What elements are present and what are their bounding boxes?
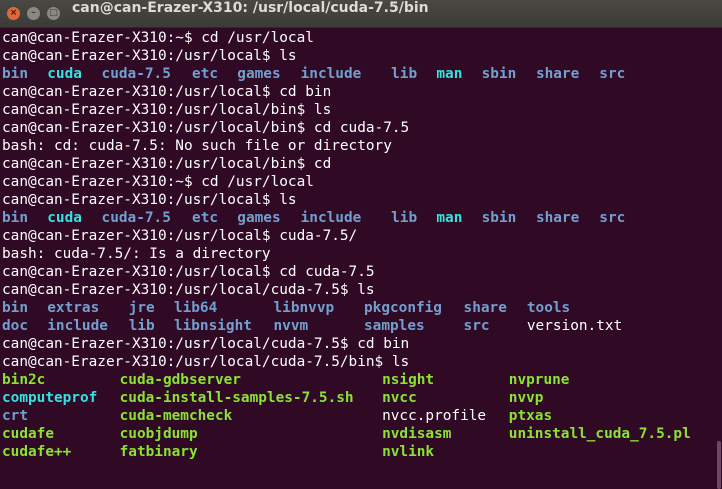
file-entry: nvlink	[382, 444, 435, 460]
close-button[interactable]: ×	[7, 7, 20, 20]
file-entry: src	[599, 66, 626, 82]
file-entry: lib64	[173, 300, 218, 316]
file-entry: etc	[192, 66, 219, 82]
terminal-line: can@can-Erazer-X310:~$ cd /usr/local	[2, 30, 314, 46]
ls-output-line: bin cuda cuda-7.5 etc games include lib man sbin…	[2, 65, 702, 83]
file-entry: bin2c	[2, 372, 46, 388]
file-entry: cudafe	[2, 426, 54, 442]
file-entry: nvvm	[273, 318, 309, 334]
file-entry: include	[47, 318, 108, 334]
file-entry: samples	[364, 318, 425, 334]
file-entry: fatbinary	[119, 444, 198, 460]
file-entry: man	[436, 66, 463, 82]
ls-output-line: cudafe++ fatbinary nvlink	[2, 443, 702, 461]
file-entry: ptxas	[508, 408, 553, 424]
file-entry: version.txt	[526, 318, 623, 334]
file-entry: lib	[391, 210, 418, 226]
file-entry: cuda-7.5	[101, 210, 171, 226]
file-entry: nvcc.profile	[382, 408, 487, 424]
file-entry: lib	[391, 66, 418, 82]
file-entry: etc	[192, 210, 219, 226]
file-entry: games	[237, 210, 281, 226]
file-entry: src	[599, 210, 626, 226]
scrollbar[interactable]	[716, 29, 722, 489]
terminal-line: can@can-Erazer-X310:/usr/local$ cuda-7.5…	[2, 228, 358, 244]
terminal-line: can@can-Erazer-X310:/usr/local/bin$ ls	[2, 102, 332, 118]
terminal-line: can@can-Erazer-X310:/usr/local/bin$ cd	[2, 156, 332, 172]
file-entry: share	[535, 210, 580, 226]
file-entry: cuda	[47, 66, 82, 82]
file-entry: cuda	[47, 210, 82, 226]
file-entry: include	[300, 210, 362, 226]
file-entry: jre	[128, 300, 155, 316]
file-entry: sbin	[481, 66, 517, 82]
file-entry: share	[463, 300, 507, 316]
file-entry: nvvp	[508, 390, 544, 406]
file-entry: cuda-gdbserver	[119, 372, 241, 388]
file-entry: cuobjdump	[119, 426, 198, 442]
ls-output-line: crt cuda-memcheck nvcc.profile ptxas	[2, 407, 702, 425]
terminal-line: can@can-Erazer-X310:/usr/local/cuda-7.5$…	[2, 282, 375, 298]
file-entry: doc	[2, 318, 28, 334]
title-bar: × – □ can@can-Erazer-X310: /usr/local/cu…	[0, 0, 722, 28]
file-entry: bin	[2, 66, 28, 82]
ls-output-line: bin cuda cuda-7.5 etc games include lib man sbin…	[2, 209, 702, 227]
ls-output-line: doc include lib libnsight nvvm samples src vers…	[2, 317, 702, 335]
file-entry: computeprof	[2, 390, 98, 406]
terminal-line: can@can-Erazer-X310:~$ cd /usr/local	[2, 174, 314, 190]
window-title: can@can-Erazer-X310: /usr/local/cuda-7.5…	[72, 0, 429, 16]
file-entry: cuda-install-samples-7.5.sh	[119, 390, 354, 406]
file-entry: nvcc	[382, 390, 417, 406]
file-entry: bin	[2, 300, 28, 316]
file-entry: include	[300, 66, 362, 82]
file-entry: libnvvp	[273, 300, 335, 316]
file-entry: nsight	[382, 372, 435, 388]
maximize-button[interactable]: □	[47, 7, 60, 20]
file-entry: sbin	[481, 210, 517, 226]
file-entry: crt	[2, 408, 28, 424]
file-entry: cuda-memcheck	[119, 408, 233, 424]
scrollbar-thumb[interactable]	[717, 441, 721, 489]
terminal-line: can@can-Erazer-X310:/usr/local$ ls	[2, 48, 297, 64]
file-entry: cuda-7.5	[101, 66, 171, 82]
file-entry: bin	[2, 210, 28, 226]
file-entry: man	[436, 210, 463, 226]
terminal-line: can@can-Erazer-X310:/usr/local$ ls	[2, 192, 297, 208]
file-entry: uninstall_cuda_7.5.pl	[508, 426, 691, 442]
terminal-line: can@can-Erazer-X310:/usr/local/bin$ cd c…	[2, 120, 410, 136]
file-entry: extras	[47, 300, 100, 316]
file-entry: tools	[526, 300, 571, 316]
ls-output-line: computeprof cuda-install-samples-7.5.sh nv…	[2, 389, 702, 407]
terminal-line: can@can-Erazer-X310:/usr/local$ cd bin	[2, 84, 332, 100]
ls-output-line: cudafe cuobjdump nvdisasm uninstall_cuda_7.…	[2, 425, 702, 443]
terminal-line: can@can-Erazer-X310:/usr/local/cuda-7.5/…	[2, 354, 410, 370]
file-entry: nvprune	[508, 372, 570, 388]
ls-output-line: bin extras jre lib64 libnvvp pkgconfig share to…	[2, 299, 702, 317]
file-entry: lib	[128, 318, 155, 334]
terminal-output[interactable]: can@can-Erazer-X310:~$ cd /usr/local can@…	[2, 29, 702, 462]
file-entry: cudafe++	[2, 444, 72, 460]
ls-output-line: bin2c cuda-gdbserver nsight nvprune	[2, 371, 702, 389]
file-entry: pkgconfig	[364, 300, 442, 316]
terminal-line: can@can-Erazer-X310:/usr/local/cuda-7.5$…	[2, 336, 410, 352]
file-entry: share	[535, 66, 580, 82]
terminal-line: can@can-Erazer-X310:/usr/local$ cd cuda-…	[2, 264, 375, 280]
file-entry: nvdisasm	[382, 426, 452, 442]
file-entry: games	[237, 66, 281, 82]
file-entry: libnsight	[173, 318, 252, 334]
file-entry: src	[463, 318, 490, 334]
minimize-button[interactable]: –	[27, 7, 40, 20]
terminal-line: bash: cd: cuda-7.5: No such file or dire…	[2, 138, 392, 154]
terminal-line: bash: cuda-7.5/: Is a directory	[2, 246, 271, 262]
